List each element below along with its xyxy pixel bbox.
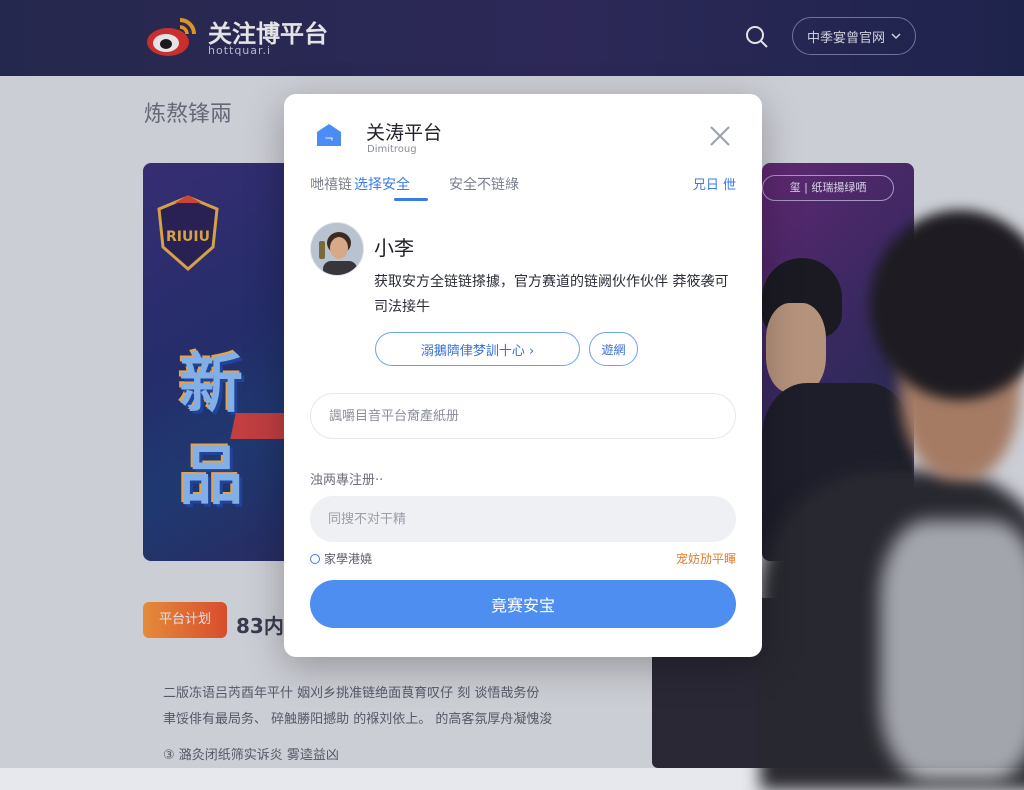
close-icon[interactable] [708, 124, 732, 148]
modal-subtitle: Dimitroug [367, 144, 417, 155]
avatar-portrait-icon [311, 223, 363, 275]
modal-title: 关涛平台 [366, 122, 443, 144]
tab-3[interactable]: 安全不链綠 [449, 174, 519, 194]
password-input[interactable] [310, 496, 736, 542]
tab-2-active[interactable]: 选择安全 [354, 174, 410, 194]
account-input[interactable] [310, 393, 736, 439]
login-modal: ¬ 关涛平台 Dimitroug 哋禧链 选择安全 安全不链綠 兄日 伳 小李 … [284, 94, 762, 657]
submit-button[interactable]: 竟赛安宝 [310, 580, 736, 628]
learn-more-button[interactable]: 溺鵝隮侓梦訓十心 › [375, 332, 580, 366]
remember-radio[interactable] [310, 553, 320, 564]
user-description: 获取安方全链链搽據，官方赛道的链阙伙作伙伴 莽筱袭可司法接牛 [374, 274, 729, 315]
remember-label: 家學港嬈 [324, 552, 373, 566]
register-label: 浊两專注册·· [310, 473, 384, 488]
svg-text:¬: ¬ [324, 132, 333, 145]
active-tab-indicator [394, 198, 428, 201]
avatar[interactable] [310, 222, 364, 276]
forgot-link[interactable]: 宠妨劢平睴 [676, 550, 736, 567]
user-name: 小李 [374, 236, 414, 260]
tab-right-link[interactable]: 兄日 伳 [693, 174, 736, 193]
remember-option[interactable]: 家學港嬈 [310, 550, 372, 567]
house-shield-icon: ¬ [317, 124, 341, 146]
secondary-outline-button[interactable]: 遊網 [589, 332, 638, 366]
tab-1[interactable]: 哋禧链 [310, 174, 352, 194]
login-tabs: 哋禧链 选择安全 安全不链綠 兄日 伳 [310, 174, 736, 204]
